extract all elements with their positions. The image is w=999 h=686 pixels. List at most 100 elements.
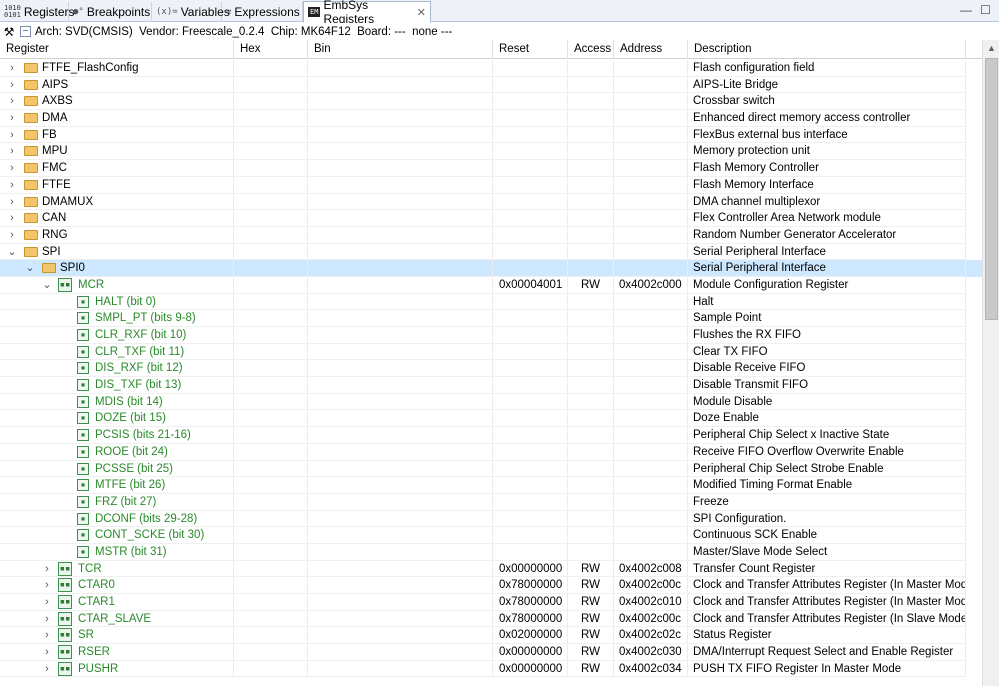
chevron-right-icon[interactable]: › — [6, 127, 18, 143]
bin-value-cell[interactable] — [308, 110, 493, 127]
chevron-down-icon[interactable]: ⌄ — [41, 277, 53, 293]
table-row[interactable]: ▪ MDIS (bit 14) Module Disable — [0, 393, 982, 411]
table-row[interactable]: ⌄ ▪▪ MCR 0x00004001 RW 0x4002c000 Module Confi… — [0, 276, 982, 294]
table-row[interactable]: ▪ CLR_TXF (bit 11) Clear TX FIFO — [0, 343, 982, 361]
table-row[interactable]: ▪ DIS_RXF (bit 12) Disable Receive FIFO — [0, 360, 982, 378]
hex-value-cell[interactable] — [234, 577, 308, 594]
chevron-right-icon[interactable]: › — [41, 594, 53, 610]
column-header-address[interactable]: Address — [614, 40, 688, 59]
table-row[interactable]: › DMA Enhanced direct memory access contro… — [0, 110, 982, 127]
hex-value-cell[interactable] — [234, 460, 308, 478]
hex-value-cell[interactable] — [234, 143, 308, 161]
hex-value-cell[interactable] — [234, 560, 308, 578]
hex-value-cell[interactable] — [234, 243, 308, 261]
maximize-icon[interactable]: ☐ — [980, 3, 991, 17]
hex-value-cell[interactable] — [234, 527, 308, 544]
hex-value-cell[interactable] — [234, 110, 308, 127]
bin-value-cell[interactable] — [308, 510, 493, 528]
chevron-down-icon[interactable]: ⌄ — [24, 260, 36, 276]
bin-value-cell[interactable] — [308, 293, 493, 311]
bin-value-cell[interactable] — [308, 60, 493, 77]
bin-value-cell[interactable] — [308, 343, 493, 361]
bin-value-cell[interactable] — [308, 276, 493, 294]
hex-value-cell[interactable] — [234, 126, 308, 144]
chevron-right-icon[interactable]: › — [41, 561, 53, 577]
table-row[interactable]: ▪ PCSIS (bits 21-16) Peripheral Chip Selec… — [0, 427, 982, 444]
bin-value-cell[interactable] — [308, 176, 493, 194]
hex-value-cell[interactable] — [234, 193, 308, 211]
table-row[interactable]: ▪ CONT_SCKE (bit 30) Continuous SCK Enable — [0, 527, 982, 544]
column-header-register[interactable]: Register — [0, 40, 234, 59]
table-row[interactable]: ▪ DOZE (bit 15) Doze Enable — [0, 410, 982, 428]
bin-value-cell[interactable] — [308, 393, 493, 411]
bin-value-cell[interactable] — [308, 443, 493, 461]
tab-variables[interactable]: (x)= Variables — [152, 2, 230, 22]
tab-embsys-registers[interactable]: EM EmbSys Registers ✕ — [303, 0, 431, 26]
table-row[interactable]: ▪ FRZ (bit 27) Freeze — [0, 493, 982, 511]
chevron-right-icon[interactable]: › — [41, 644, 53, 660]
chevron-right-icon[interactable]: › — [6, 93, 18, 109]
tab-expressions[interactable]: ⚒ Expressions — [222, 2, 303, 22]
chevron-right-icon[interactable]: › — [41, 577, 53, 593]
hex-value-cell[interactable] — [234, 610, 308, 628]
hex-value-cell[interactable] — [234, 327, 308, 344]
close-icon[interactable]: ✕ — [417, 6, 426, 19]
table-row[interactable]: › MPU Memory protection unit — [0, 143, 982, 161]
bin-value-cell[interactable] — [308, 610, 493, 628]
bin-value-cell[interactable] — [308, 427, 493, 444]
hex-value-cell[interactable] — [234, 360, 308, 378]
bin-value-cell[interactable] — [308, 93, 493, 111]
hex-value-cell[interactable] — [234, 276, 308, 294]
table-row[interactable]: › DMAMUX DMA channel multiplexor — [0, 193, 982, 211]
chevron-right-icon[interactable]: › — [6, 77, 18, 93]
bin-value-cell[interactable] — [308, 260, 493, 277]
chevron-right-icon[interactable]: › — [6, 110, 18, 126]
bin-value-cell[interactable] — [308, 160, 493, 177]
table-row[interactable]: › CAN Flex Controller Area Network module — [0, 210, 982, 227]
table-row[interactable]: › ▪▪ PUSHR 0x00000000 RW 0x4002c034 PUSH TX FI… — [0, 660, 982, 678]
hex-value-cell[interactable] — [234, 260, 308, 277]
column-header-hex[interactable]: Hex — [234, 40, 308, 59]
bin-value-cell[interactable] — [308, 226, 493, 244]
table-row[interactable]: ⌄ SPI Serial Peripheral Interface — [0, 243, 982, 261]
table-row[interactable]: ▪ MSTR (bit 31) Master/Slave Mode Select — [0, 543, 982, 561]
bin-value-cell[interactable] — [308, 660, 493, 678]
hex-value-cell[interactable] — [234, 493, 308, 511]
bin-value-cell[interactable] — [308, 310, 493, 327]
bin-value-cell[interactable] — [308, 460, 493, 478]
hex-value-cell[interactable] — [234, 594, 308, 611]
hex-value-cell[interactable] — [234, 176, 308, 194]
table-row[interactable]: › ▪▪ TCR 0x00000000 RW 0x4002c008 Transfer Cou… — [0, 560, 982, 578]
hex-value-cell[interactable] — [234, 477, 308, 494]
column-header-description[interactable]: Description — [688, 40, 966, 59]
bin-value-cell[interactable] — [308, 477, 493, 494]
chevron-right-icon[interactable]: › — [41, 611, 53, 627]
bin-value-cell[interactable] — [308, 493, 493, 511]
hex-value-cell[interactable] — [234, 660, 308, 678]
hex-value-cell[interactable] — [234, 510, 308, 528]
column-header-bin[interactable]: Bin — [308, 40, 493, 59]
table-row[interactable]: › ▪▪ CTAR1 0x78000000 RW 0x4002c010 Clock and … — [0, 594, 982, 611]
bin-value-cell[interactable] — [308, 577, 493, 594]
bin-value-cell[interactable] — [308, 360, 493, 378]
vertical-scrollbar[interactable]: ▲ — [982, 40, 999, 686]
chevron-down-icon[interactable]: ⌄ — [6, 244, 18, 260]
chevron-right-icon[interactable]: › — [6, 194, 18, 210]
hex-value-cell[interactable] — [234, 377, 308, 394]
table-row[interactable]: › RNG Random Number Generator Accelerator — [0, 226, 982, 244]
collapse-all-icon[interactable]: − — [20, 26, 31, 37]
hex-value-cell[interactable] — [234, 627, 308, 645]
bin-value-cell[interactable] — [308, 377, 493, 394]
hex-value-cell[interactable] — [234, 410, 308, 428]
table-row[interactable]: › ▪▪ SR 0x02000000 RW 0x4002c02c Status Regist… — [0, 627, 982, 645]
bin-value-cell[interactable] — [308, 627, 493, 645]
tab-registers[interactable]: 1010 0101 Registers — [0, 2, 75, 22]
hex-value-cell[interactable] — [234, 93, 308, 111]
table-row[interactable]: ▪ ROOE (bit 24) Receive FIFO Overflow Over… — [0, 443, 982, 461]
bin-value-cell[interactable] — [308, 560, 493, 578]
chevron-right-icon[interactable]: › — [6, 227, 18, 243]
hex-value-cell[interactable] — [234, 427, 308, 444]
bin-value-cell[interactable] — [308, 527, 493, 544]
bin-value-cell[interactable] — [308, 143, 493, 161]
table-row[interactable]: › AXBS Crossbar switch — [0, 93, 982, 111]
